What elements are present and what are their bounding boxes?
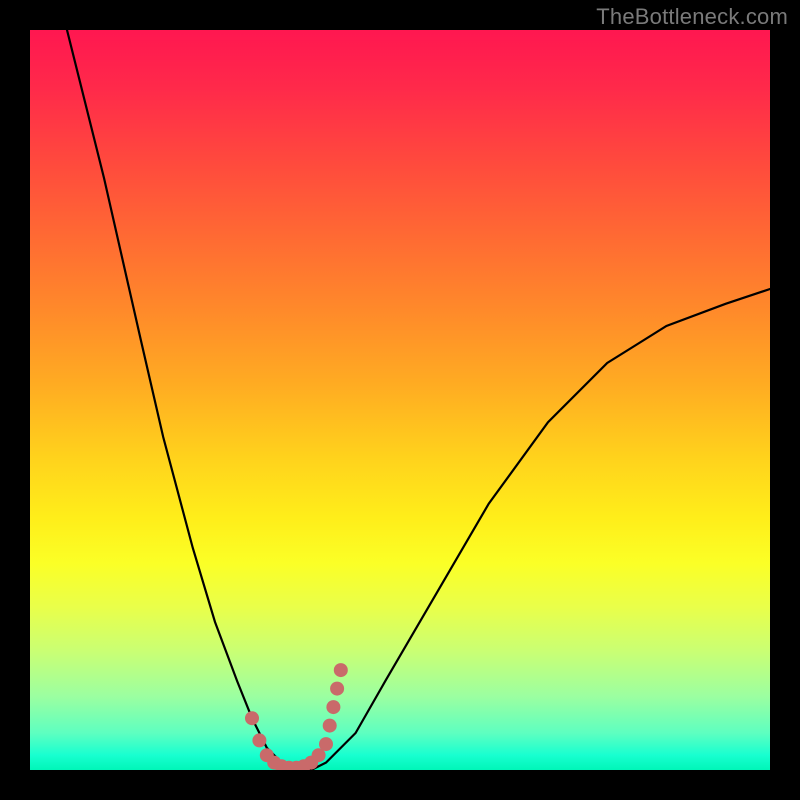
marker-dot [330,682,344,696]
chart-overlay [30,30,770,770]
watermark-text: TheBottleneck.com [596,4,788,30]
bottleneck-curve [67,30,770,770]
marker-dot [245,711,259,725]
highlight-markers [245,663,348,770]
marker-dot [326,700,340,714]
marker-dot [334,663,348,677]
marker-dot [319,737,333,751]
marker-dot [323,719,337,733]
marker-dot [252,733,266,747]
chart-area [30,30,770,770]
